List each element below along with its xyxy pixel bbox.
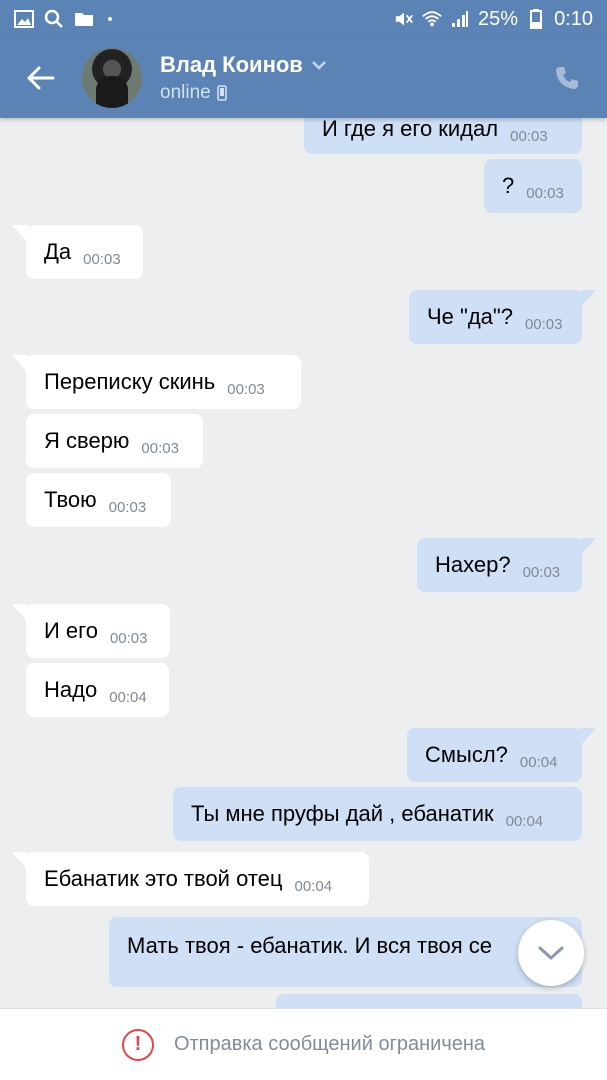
message-incoming[interactable]: Я сверю 00:03 — [26, 414, 203, 468]
warning-icon: ! — [121, 1028, 154, 1061]
phone-icon — [556, 67, 578, 89]
wifi-icon — [422, 9, 442, 29]
message-incoming[interactable]: Твою 00:03 — [26, 473, 171, 527]
battery-icon — [526, 9, 546, 29]
message-outgoing[interactable]: ? 00:03 — [484, 159, 582, 213]
chevron-down-icon — [311, 61, 326, 70]
search-icon — [44, 9, 64, 29]
contact-info[interactable]: Влад Коинов online — [160, 52, 327, 104]
message-incoming[interactable]: Ебанатик это твой отец 00:04 — [12, 852, 369, 906]
dot-icon — [108, 17, 112, 21]
message-incoming[interactable]: Переписку скинь 00:03 — [12, 355, 301, 409]
call-button[interactable] — [527, 38, 607, 118]
restriction-banner: ! Отправка сообщений ограничена — [0, 1008, 607, 1080]
folder-icon — [74, 9, 94, 29]
message-incoming[interactable]: И его 00:03 — [12, 604, 170, 658]
arrow-left-icon — [27, 66, 55, 90]
message-outgoing[interactable]: Че "да"? 00:03 — [409, 290, 596, 344]
status-bar: 25% 0:10 — [0, 0, 607, 38]
restriction-text: Отправка сообщений ограничена — [173, 1033, 486, 1055]
mobile-icon — [216, 85, 227, 101]
message-incoming[interactable]: Да 00:03 — [12, 225, 143, 279]
gallery-icon — [14, 9, 34, 29]
scroll-down-button[interactable] — [518, 920, 584, 986]
message-incoming[interactable]: Надо 00:04 — [26, 663, 169, 717]
message-list[interactable]: И где я его кидал 00:03 ? 00:03 Да 00:03 Че… — [0, 118, 607, 1008]
contact-name: Влад Коинов — [160, 52, 303, 77]
avatar[interactable] — [82, 48, 142, 108]
clock: 0:10 — [554, 7, 593, 30]
mute-icon — [394, 9, 414, 29]
battery-percent: 25% — [478, 7, 519, 30]
message-outgoing[interactable]: Нахер? 00:03 — [417, 538, 596, 592]
message-outgoing[interactable]: И где я его кидал 00:03 — [304, 118, 582, 154]
message-outgoing[interactable] — [276, 994, 582, 1008]
message-outgoing[interactable]: Мать твоя - ебанатик. И вся твоя се — [109, 917, 582, 987]
back-button[interactable] — [0, 38, 82, 118]
message-outgoing[interactable]: Ты мне пруфы дай , ебанатик 00:04 — [173, 787, 582, 841]
contact-status: online — [160, 82, 211, 103]
chevron-down-icon — [538, 946, 564, 960]
message-outgoing[interactable]: Смысл? 00:04 — [407, 728, 596, 782]
chat-header: Влад Коинов online — [0, 38, 607, 118]
signal-icon — [450, 9, 470, 29]
